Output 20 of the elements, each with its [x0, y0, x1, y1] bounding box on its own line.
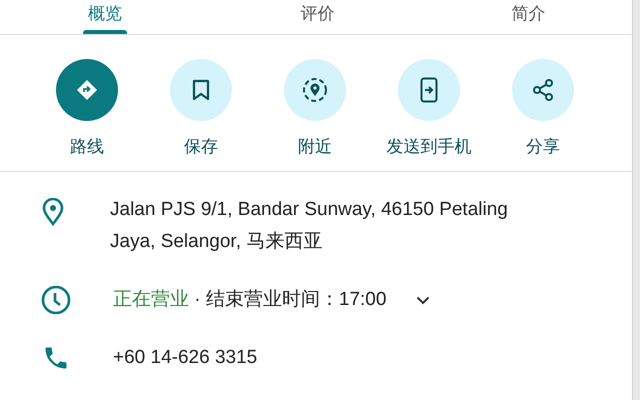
- tab[interactable]: 概览: [0, 0, 210, 34]
- address-text: Jalan PJS 9/1, Bandar Sunway, 46150 Petaling Jaya, Selangor, 马来西亚: [110, 198, 509, 254]
- directions-icon: [75, 78, 99, 102]
- action-button[interactable]: 附近: [258, 59, 372, 171]
- scrollbar[interactable]: [632, 0, 640, 400]
- chevron-down-icon[interactable]: [416, 296, 430, 304]
- tab[interactable]: 评价: [210, 0, 425, 34]
- nearby-icon: [302, 77, 328, 103]
- action-button[interactable]: 保存: [144, 59, 258, 171]
- action-button[interactable]: 分享: [486, 59, 600, 171]
- tab[interactable]: 简介: [425, 0, 632, 34]
- action-button[interactable]: 发送到手机: [372, 59, 486, 171]
- action-button[interactable]: 路线: [30, 59, 144, 171]
- hours-text: 正在营业 · 结束营业时间：17:00: [113, 288, 386, 312]
- share-icon: [531, 78, 555, 102]
- phone-send-icon: [420, 77, 438, 103]
- clock-icon: [41, 285, 71, 315]
- location-pin-icon: [42, 198, 64, 226]
- bookmark-icon: [192, 79, 210, 101]
- phone-number[interactable]: +60 14-626 3315: [113, 342, 543, 374]
